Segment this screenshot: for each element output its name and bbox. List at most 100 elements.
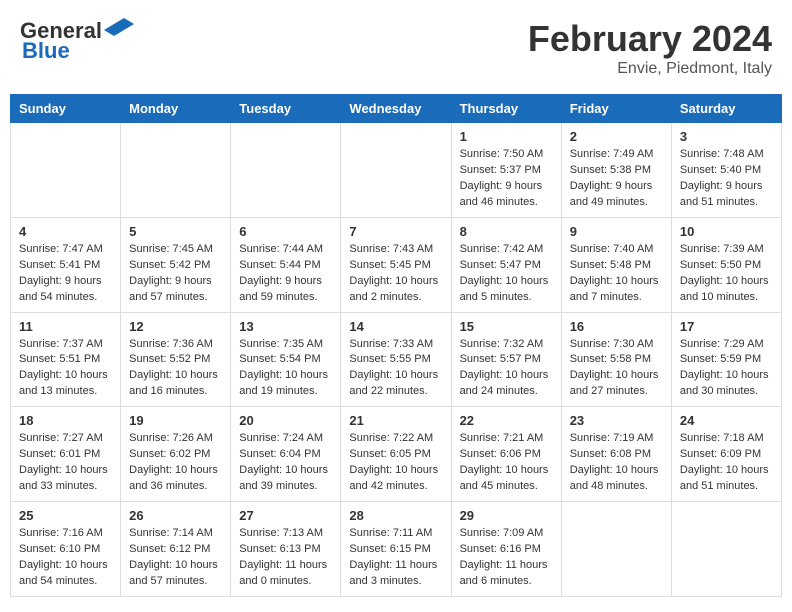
day-info: Sunrise: 7:29 AM Sunset: 5:59 PM Dayligh… [680, 337, 773, 401]
day-info: Sunrise: 7:36 AM Sunset: 5:52 PM Dayligh… [129, 337, 222, 401]
day-number: 22 [460, 413, 553, 428]
day-cell: 27 Sunrise: 7:13 AM Sunset: 6:13 PM Dayli… [231, 502, 341, 597]
day-cell: 15 Sunrise: 7:32 AM Sunset: 5:57 PM Dayli… [451, 312, 561, 407]
day-info: Sunrise: 7:39 AM Sunset: 5:50 PM Dayligh… [680, 242, 773, 306]
day-number: 12 [129, 319, 222, 334]
day-info: Sunrise: 7:18 AM Sunset: 6:09 PM Dayligh… [680, 431, 773, 495]
day-cell: 23 Sunrise: 7:19 AM Sunset: 6:08 PM Dayli… [561, 407, 671, 502]
day-cell [561, 502, 671, 597]
day-cell: 20 Sunrise: 7:24 AM Sunset: 6:04 PM Dayli… [231, 407, 341, 502]
day-number: 9 [570, 224, 663, 239]
day-number: 26 [129, 508, 222, 523]
col-wednesday: Wednesday [341, 95, 451, 123]
col-thursday: Thursday [451, 95, 561, 123]
day-cell: 26 Sunrise: 7:14 AM Sunset: 6:12 PM Dayli… [121, 502, 231, 597]
location: Envie, Piedmont, Italy [528, 60, 772, 78]
col-monday: Monday [121, 95, 231, 123]
day-number: 28 [349, 508, 442, 523]
day-number: 6 [239, 224, 332, 239]
day-info: Sunrise: 7:33 AM Sunset: 5:55 PM Dayligh… [349, 337, 442, 401]
day-cell: 6 Sunrise: 7:44 AM Sunset: 5:44 PM Daylig… [231, 217, 341, 312]
day-info: Sunrise: 7:37 AM Sunset: 5:51 PM Dayligh… [19, 337, 112, 401]
day-info: Sunrise: 7:45 AM Sunset: 5:42 PM Dayligh… [129, 242, 222, 306]
month-title: February 2024 [528, 18, 772, 60]
day-info: Sunrise: 7:43 AM Sunset: 5:45 PM Dayligh… [349, 242, 442, 306]
day-number: 8 [460, 224, 553, 239]
day-info: Sunrise: 7:40 AM Sunset: 5:48 PM Dayligh… [570, 242, 663, 306]
logo-arrow-icon [104, 18, 134, 40]
day-info: Sunrise: 7:35 AM Sunset: 5:54 PM Dayligh… [239, 337, 332, 401]
day-number: 16 [570, 319, 663, 334]
week-row-1: 4 Sunrise: 7:47 AM Sunset: 5:41 PM Daylig… [11, 217, 782, 312]
day-cell: 4 Sunrise: 7:47 AM Sunset: 5:41 PM Daylig… [11, 217, 121, 312]
day-number: 21 [349, 413, 442, 428]
page-header: General Blue February 2024 Envie, Piedmo… [10, 10, 782, 86]
day-number: 13 [239, 319, 332, 334]
col-sunday: Sunday [11, 95, 121, 123]
day-info: Sunrise: 7:14 AM Sunset: 6:12 PM Dayligh… [129, 526, 222, 590]
day-number: 3 [680, 129, 773, 144]
day-info: Sunrise: 7:44 AM Sunset: 5:44 PM Dayligh… [239, 242, 332, 306]
week-row-0: 1 Sunrise: 7:50 AM Sunset: 5:37 PM Daylig… [11, 123, 782, 218]
day-info: Sunrise: 7:09 AM Sunset: 6:16 PM Dayligh… [460, 526, 553, 590]
day-info: Sunrise: 7:11 AM Sunset: 6:15 PM Dayligh… [349, 526, 442, 590]
day-cell: 18Sunrise: 7:27 AM Sunset: 6:01 PM Dayli… [11, 407, 121, 502]
day-number: 20 [239, 413, 332, 428]
day-cell: 25 Sunrise: 7:16 AM Sunset: 6:10 PM Dayli… [11, 502, 121, 597]
day-cell: 2 Sunrise: 7:49 AM Sunset: 5:38 PM Daylig… [561, 123, 671, 218]
day-cell: 3Sunrise: 7:48 AM Sunset: 5:40 PM Daylig… [671, 123, 781, 218]
day-number: 10 [680, 224, 773, 239]
day-cell: 11 Sunrise: 7:37 AM Sunset: 5:51 PM Dayli… [11, 312, 121, 407]
week-row-4: 25 Sunrise: 7:16 AM Sunset: 6:10 PM Dayli… [11, 502, 782, 597]
day-cell: 10 Sunrise: 7:39 AM Sunset: 5:50 PM Dayli… [671, 217, 781, 312]
title-block: February 2024 Envie, Piedmont, Italy [528, 18, 772, 78]
day-cell: 17Sunrise: 7:29 AM Sunset: 5:59 PM Dayli… [671, 312, 781, 407]
day-cell: 19Sunrise: 7:26 AM Sunset: 6:02 PM Dayli… [121, 407, 231, 502]
week-row-2: 11 Sunrise: 7:37 AM Sunset: 5:51 PM Dayli… [11, 312, 782, 407]
day-number: 24 [680, 413, 773, 428]
day-info: Sunrise: 7:16 AM Sunset: 6:10 PM Dayligh… [19, 526, 112, 590]
day-number: 11 [19, 319, 112, 334]
day-cell: 5 Sunrise: 7:45 AM Sunset: 5:42 PM Daylig… [121, 217, 231, 312]
logo-blue: Blue [22, 38, 70, 64]
col-friday: Friday [561, 95, 671, 123]
day-info: Sunrise: 7:13 AM Sunset: 6:13 PM Dayligh… [239, 526, 332, 590]
day-info: Sunrise: 7:50 AM Sunset: 5:37 PM Dayligh… [460, 147, 553, 211]
day-cell: 29Sunrise: 7:09 AM Sunset: 6:16 PM Dayli… [451, 502, 561, 597]
col-saturday: Saturday [671, 95, 781, 123]
day-cell: 7 Sunrise: 7:43 AM Sunset: 5:45 PM Daylig… [341, 217, 451, 312]
week-row-3: 18Sunrise: 7:27 AM Sunset: 6:01 PM Dayli… [11, 407, 782, 502]
day-cell: 1 Sunrise: 7:50 AM Sunset: 5:37 PM Daylig… [451, 123, 561, 218]
day-info: Sunrise: 7:47 AM Sunset: 5:41 PM Dayligh… [19, 242, 112, 306]
day-number: 23 [570, 413, 663, 428]
day-info: Sunrise: 7:22 AM Sunset: 6:05 PM Dayligh… [349, 431, 442, 495]
day-info: Sunrise: 7:19 AM Sunset: 6:08 PM Dayligh… [570, 431, 663, 495]
day-number: 15 [460, 319, 553, 334]
day-info: Sunrise: 7:30 AM Sunset: 5:58 PM Dayligh… [570, 337, 663, 401]
day-number: 1 [460, 129, 553, 144]
day-number: 25 [19, 508, 112, 523]
day-info: Sunrise: 7:42 AM Sunset: 5:47 PM Dayligh… [460, 242, 553, 306]
day-cell: 28 Sunrise: 7:11 AM Sunset: 6:15 PM Dayli… [341, 502, 451, 597]
day-number: 5 [129, 224, 222, 239]
day-number: 27 [239, 508, 332, 523]
day-cell [341, 123, 451, 218]
day-cell: 24 Sunrise: 7:18 AM Sunset: 6:09 PM Dayli… [671, 407, 781, 502]
day-number: 18 [19, 413, 112, 428]
day-info: Sunrise: 7:24 AM Sunset: 6:04 PM Dayligh… [239, 431, 332, 495]
day-number: 7 [349, 224, 442, 239]
day-cell: 9 Sunrise: 7:40 AM Sunset: 5:48 PM Daylig… [561, 217, 671, 312]
day-cell: 22Sunrise: 7:21 AM Sunset: 6:06 PM Dayli… [451, 407, 561, 502]
day-info: Sunrise: 7:32 AM Sunset: 5:57 PM Dayligh… [460, 337, 553, 401]
day-cell: 21 Sunrise: 7:22 AM Sunset: 6:05 PM Dayli… [341, 407, 451, 502]
day-number: 2 [570, 129, 663, 144]
day-cell: 12 Sunrise: 7:36 AM Sunset: 5:52 PM Dayli… [121, 312, 231, 407]
day-cell [11, 123, 121, 218]
day-number: 4 [19, 224, 112, 239]
day-cell: 14Sunrise: 7:33 AM Sunset: 5:55 PM Dayli… [341, 312, 451, 407]
day-cell: 16 Sunrise: 7:30 AM Sunset: 5:58 PM Dayli… [561, 312, 671, 407]
day-info: Sunrise: 7:49 AM Sunset: 5:38 PM Dayligh… [570, 147, 663, 211]
day-cell: 8 Sunrise: 7:42 AM Sunset: 5:47 PM Daylig… [451, 217, 561, 312]
day-cell [671, 502, 781, 597]
day-cell [231, 123, 341, 218]
